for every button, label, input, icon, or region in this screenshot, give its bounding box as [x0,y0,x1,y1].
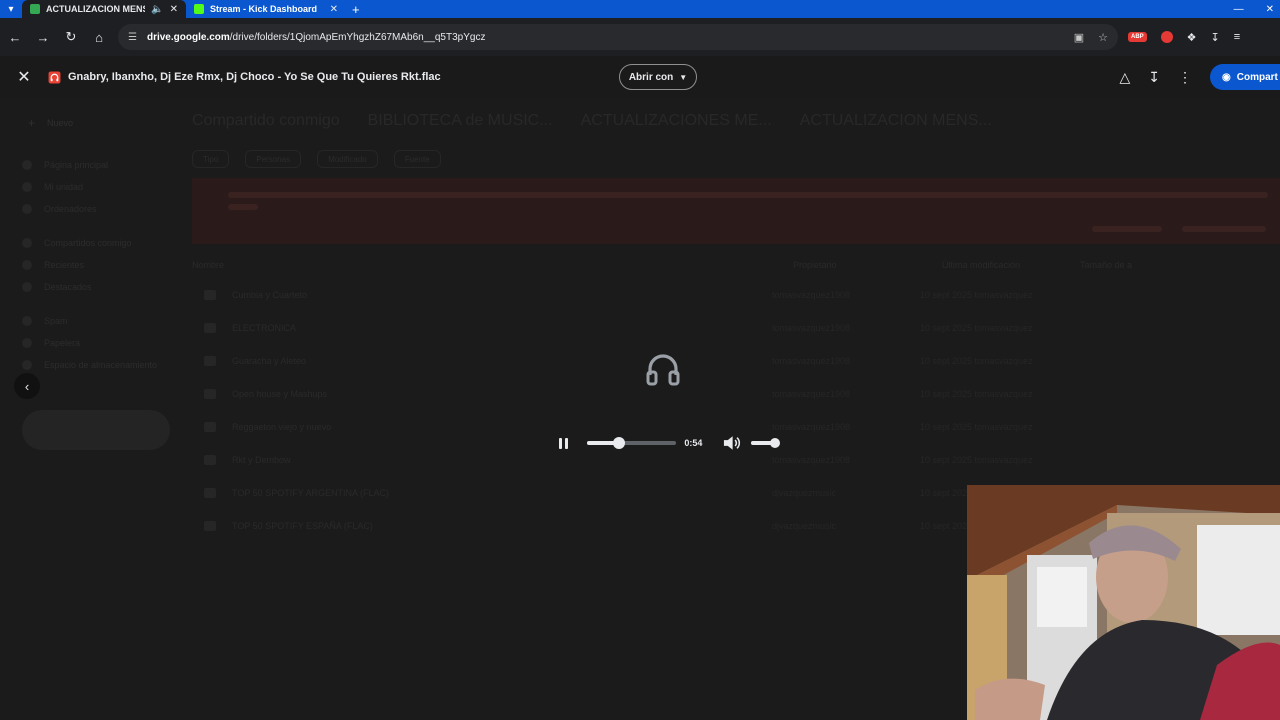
more-options-icon[interactable]: ⋮ [1178,69,1192,86]
sidebar-item-shared: Compartidos conmigo [22,238,132,248]
breadcrumb: Compartido conmigo BIBLIOTECA de MUSIC..… [192,112,992,129]
minimize-icon[interactable]: — [1234,4,1244,15]
reading-list-icon[interactable]: ≡ [1234,31,1240,43]
back-icon[interactable]: ← [6,28,24,46]
column-modified: Última modificación [942,260,1021,270]
column-owner: Propietario [793,260,837,270]
headphones-icon [646,354,680,386]
table-row: Open house y Mashups tomasvazquez1908 10 s… [192,378,1280,410]
sidebar-item-recent: Recientes [22,260,84,270]
new-tab-icon[interactable]: + [352,2,360,17]
get-storage-button [22,410,170,450]
sidebar-item-computers: Ordenadores [22,204,97,214]
column-name: Nombre [192,260,225,270]
share-label: Compart [1236,71,1278,83]
tab-search-chevron-icon[interactable]: ▾ [0,0,22,18]
drive-favicon-icon [30,4,40,14]
tab-actualizacion[interactable]: ACTUALIZACION MENSUAL 🔈 ✕ [22,0,186,18]
folder-icon [204,290,216,300]
open-with-button[interactable]: Abrir con ▼ [619,64,697,90]
tab-kick-dashboard[interactable]: Stream - Kick Dashboard ✕ [186,0,346,18]
pause-button[interactable] [556,435,571,451]
current-time: 0:54 [684,438,703,448]
sidebar-item-my-drive: Mi unidad [22,182,83,192]
folder-icon [204,455,216,465]
audio-file-icon [48,70,62,84]
tab-strip: ▾ ACTUALIZACION MENSUAL 🔈 ✕ Stream - Kic… [0,0,1280,18]
kick-favicon-icon [194,4,204,14]
sidebar-item-home: Página principal [22,160,108,170]
globe-icon: ◉ [1222,71,1231,83]
volume-icon[interactable] [722,435,741,451]
filter-type: Tipo [192,150,230,168]
browser-toolbar: ← → ↻ ⌂ ☰ drive.google.com/drive/folders… [0,18,1280,56]
folder-icon [204,422,216,432]
reload-icon[interactable]: ↻ [62,28,80,46]
sidebar-item-spam: Spam [22,316,68,326]
download-icon[interactable]: ↧ [1148,69,1160,86]
home-icon [22,160,32,170]
file-name: Gnabry, Ibanxho, Dj Eze Rmx, Dj Choco - … [68,71,441,83]
table-row: ELECTRONICA tomasvazquez1908 10 sept 2025 … [192,312,1280,344]
extensions-area: ABP ❖ ↧ ≡ [1128,31,1240,44]
volume-slider[interactable] [750,438,780,448]
tab-close-icon[interactable]: ✕ [330,4,338,15]
close-viewer-icon[interactable]: ✕ [0,67,48,87]
adblock-icon[interactable]: ABP [1128,32,1147,42]
sidebar-item-storage: Espacio de almacenamiento [22,360,157,370]
folder-icon [204,389,216,399]
viewer-actions: △ ↧ ⋮ ◉ Compart [1119,64,1280,90]
folder-icon [204,488,216,498]
site-settings-icon[interactable]: ☰ [128,32,137,43]
star-icon [22,282,32,292]
speaker-icon[interactable]: 🔈 [151,4,163,15]
table-row: Guaracha y Aleteo tomasvazquez1908 10 sept… [192,345,1280,377]
tab-title: Stream - Kick Dashboard [210,4,318,14]
filter-source: Fuente [393,150,441,168]
downloads-icon[interactable]: ↧ [1211,31,1220,44]
window-controls: — ✕ [1234,4,1280,15]
cloud-icon [22,360,32,370]
webcam-video [967,485,1280,720]
filter-chips: Tipo Personas Modificado Fuente [192,150,441,168]
seek-slider[interactable] [587,437,677,449]
seek-handle[interactable] [613,437,626,449]
computer-icon [22,204,32,214]
warning-banner [192,178,1280,244]
install-app-icon[interactable]: ▣ [1074,31,1084,44]
spam-icon [22,316,32,326]
filter-modified: Modificado [317,150,378,168]
previous-file-arrow-icon[interactable]: ‹ [14,373,40,399]
home-icon[interactable]: ⌂ [90,28,108,46]
trash-icon [22,338,32,348]
url-text: drive.google.com/drive/folders/1QjomApEm… [146,31,486,43]
add-shortcut-drive-icon[interactable]: △ [1119,69,1130,86]
sidebar-item-starred: Destacados [22,282,92,292]
table-row: Cumbia y Cuarteto tomasvazquez1908 10 sept… [192,279,1280,311]
viewer-header: ✕ Gnabry, Ibanxho, Dj Eze Rmx, Dj Choco … [0,56,1280,98]
clock-icon [22,260,32,270]
volume-handle[interactable] [769,438,780,448]
extensions-puzzle-icon[interactable]: ❖ [1187,31,1197,44]
window-close-icon[interactable]: ✕ [1266,4,1274,15]
column-size: Tamaño de a [1080,260,1133,270]
bookmark-star-icon[interactable]: ☆ [1098,31,1108,44]
people-icon [22,238,32,248]
caret-down-icon: ▼ [679,72,688,82]
folder-icon [204,356,216,366]
folder-icon [204,323,216,333]
audio-player: 0:54 [556,430,780,456]
address-bar[interactable]: ☰ drive.google.com/drive/folders/1QjomAp… [118,24,1118,50]
record-extension-icon[interactable] [1160,31,1173,43]
drive-icon [22,182,32,192]
tab-close-icon[interactable]: ✕ [170,4,178,15]
open-with-label: Abrir con [628,71,674,83]
sidebar-item-trash: Papelera [22,338,80,348]
forward-icon[interactable]: → [34,28,52,46]
new-button: + Nuevo [28,116,74,130]
share-button[interactable]: ◉ Compart [1210,64,1280,90]
filter-people: Personas [245,150,302,168]
folder-icon [204,521,216,531]
tab-title: ACTUALIZACION MENSUAL [46,4,145,14]
